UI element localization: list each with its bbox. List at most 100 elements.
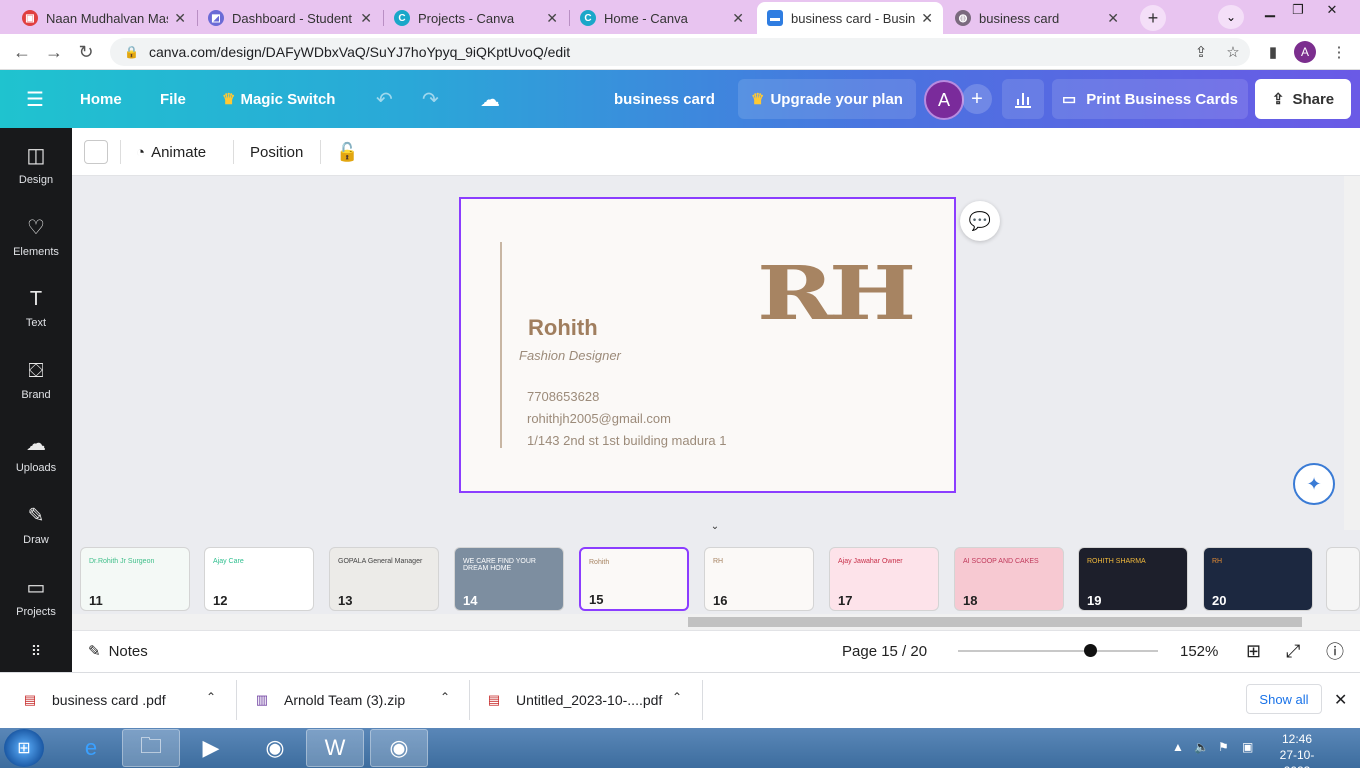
volume-icon[interactable]: 🔈 — [1194, 740, 1209, 754]
page-thumbnail[interactable]: Ajay Care 12 — [204, 547, 314, 611]
show-all-downloads-button[interactable]: Show all — [1246, 684, 1322, 714]
browser-tab[interactable]: ▣ Naan Mudhalvan Mass ✕ — [12, 2, 196, 34]
download-options-chevron-icon[interactable]: ⌃ — [206, 690, 216, 704]
undo-icon[interactable]: ↶ — [376, 70, 393, 128]
network-icon[interactable]: ⚑ — [1218, 740, 1229, 754]
card-address[interactable]: 1/143 2nd st 1st building madura 1 — [527, 433, 726, 448]
business-card-page[interactable]: Rohith Fashion Designer 7708653628 rohit… — [459, 197, 956, 493]
bookmark-star-icon[interactable]: ☆ — [1222, 41, 1244, 63]
side-panel-icon[interactable]: ▮ — [1262, 41, 1284, 63]
scrollbar-thumb[interactable] — [688, 617, 1302, 627]
magic-assistant-icon[interactable]: ✦ — [1293, 463, 1335, 505]
card-phone[interactable]: 7708653628 — [527, 389, 599, 404]
browser-tab[interactable]: C Projects - Canva ✕ — [384, 2, 568, 34]
vertical-scrollbar[interactable] — [1344, 176, 1360, 531]
share-page-icon[interactable]: ⇪ — [1190, 41, 1212, 63]
internet-explorer-icon[interactable]: e — [62, 729, 120, 767]
close-tab-icon[interactable]: ✕ — [1107, 10, 1119, 27]
animate-button[interactable]: ◔ Animate — [136, 128, 206, 176]
apps-grid-icon[interactable]: ⠿ — [0, 636, 72, 672]
sidebar-item-draw[interactable]: ✎ Draw — [0, 488, 72, 560]
help-icon[interactable]: ⓘ — [1326, 630, 1344, 672]
page-thumbnail[interactable]: GOPALA General Manager 13 — [329, 547, 439, 611]
download-item[interactable]: ▥ Arnold Team (3).zip — [254, 672, 405, 728]
fullscreen-icon[interactable]: ⤢ — [1286, 630, 1300, 672]
page-thumbnail[interactable]: Ajay Jawahar Owner 17 — [829, 547, 939, 611]
sidebar-item-projects[interactable]: ▭ Projects — [0, 560, 72, 632]
close-window-icon[interactable]: ✕ — [1318, 0, 1346, 20]
file-menu-button[interactable]: File — [160, 70, 186, 128]
new-tab-button[interactable]: + — [1140, 5, 1166, 31]
card-logo[interactable]: RH — [757, 257, 916, 331]
page-thumbnail-partial[interactable] — [1326, 547, 1360, 611]
file-explorer-icon[interactable]: 🗀 — [122, 729, 180, 767]
download-item[interactable]: ▤ Untitled_2023-10-....pdf — [486, 672, 662, 728]
lock-icon[interactable]: 🔓 — [336, 128, 358, 176]
zoom-slider[interactable] — [958, 650, 1158, 652]
url-bar[interactable]: 🔒 canva.com/design/DAFyWDbxVaQ/SuYJ7hoYp… — [110, 38, 1250, 66]
browser-tab[interactable]: ◍ business card ✕ — [945, 2, 1129, 34]
back-arrow-icon[interactable]: ← — [10, 40, 34, 64]
close-download-bar-icon[interactable]: ✕ — [1334, 672, 1347, 728]
upgrade-plan-button[interactable]: ♛ Upgrade your plan — [738, 79, 916, 119]
close-tab-icon[interactable]: ✕ — [546, 10, 558, 27]
collapse-pages-chevron-icon[interactable]: ⌄ — [695, 519, 735, 533]
profile-avatar[interactable]: A — [1294, 41, 1316, 63]
restore-window-icon[interactable]: ❐ — [1284, 0, 1312, 20]
print-business-cards-button[interactable]: ▭ Print Business Cards — [1052, 79, 1248, 119]
action-center-icon[interactable]: ▣ — [1242, 740, 1253, 754]
page-thumbnail[interactable]: RH 16 — [704, 547, 814, 611]
tab-search-chevron-icon[interactable]: ⌄ — [1218, 5, 1244, 29]
minimize-window-icon[interactable]: ▁ — [1256, 0, 1284, 20]
chrome-icon[interactable]: ◉ — [246, 729, 304, 767]
sidebar-item-text[interactable]: T Text — [0, 272, 72, 344]
word-icon[interactable]: W — [306, 729, 364, 767]
menu-hamburger-icon[interactable]: ☰ — [26, 70, 44, 128]
page-thumbnail[interactable]: Rohith 15 — [579, 547, 689, 611]
download-item[interactable]: ▤ business card .pdf — [22, 672, 166, 728]
download-options-chevron-icon[interactable]: ⌃ — [440, 690, 450, 704]
reload-icon[interactable]: ↻ — [74, 40, 98, 64]
insights-chart-icon[interactable] — [1002, 79, 1044, 119]
media-player-icon[interactable]: ▶ — [182, 729, 240, 767]
user-avatar[interactable]: A — [924, 80, 964, 120]
close-tab-icon[interactable]: ✕ — [732, 10, 744, 27]
forward-arrow-icon[interactable]: → — [42, 40, 66, 64]
document-title[interactable]: business card — [614, 70, 715, 128]
pages-horizontal-scrollbar[interactable] — [72, 614, 1360, 630]
page-thumbnail[interactable]: Dr.Rohith Jr Surgeon 11 — [80, 547, 190, 611]
cloud-saved-icon[interactable]: ☁ — [480, 70, 500, 128]
magic-switch-button[interactable]: ♛ Magic Switch — [222, 70, 335, 128]
add-collaborator-button[interactable]: + — [962, 84, 992, 114]
browser-tab[interactable]: C Home - Canva ✕ — [570, 2, 754, 34]
system-clock[interactable]: 12:46 27-10-2023 — [1268, 731, 1326, 768]
chrome-profile-icon[interactable]: ◉ — [370, 729, 428, 767]
page-thumbnail[interactable]: AI SCOOP AND CAKES 18 — [954, 547, 1064, 611]
close-tab-icon[interactable]: ✕ — [921, 10, 933, 27]
card-name[interactable]: Rohith — [528, 315, 598, 341]
home-button[interactable]: Home — [80, 70, 122, 128]
card-email[interactable]: rohithjh2005@gmail.com — [527, 411, 671, 426]
share-button[interactable]: ⇪ Share — [1255, 79, 1351, 119]
grid-view-icon[interactable]: ⊞ — [1246, 630, 1261, 672]
sidebar-item-elements[interactable]: ♡ Elements — [0, 200, 72, 272]
sidebar-item-uploads[interactable]: ☁ Uploads — [0, 416, 72, 488]
download-options-chevron-icon[interactable]: ⌃ — [672, 690, 682, 704]
browser-tab-active[interactable]: ▬ business card - Business ✕ — [757, 2, 943, 34]
browser-tab[interactable]: ◩ Dashboard - Student ✕ — [198, 2, 382, 34]
browser-menu-icon[interactable]: ⋮ — [1328, 41, 1350, 63]
close-tab-icon[interactable]: ✕ — [174, 10, 186, 27]
page-thumbnail[interactable]: WE CARE FIND YOUR DREAM HOME 14 — [454, 547, 564, 611]
page-indicator[interactable]: Page 15 / 20 — [842, 630, 927, 672]
sidebar-item-design[interactable]: ◫ Design — [0, 128, 72, 200]
show-hidden-icons-icon[interactable]: ▲ — [1172, 740, 1184, 754]
add-comment-icon[interactable]: 💬 — [960, 201, 1000, 241]
position-button[interactable]: Position — [250, 128, 303, 176]
zoom-slider-handle[interactable] — [1084, 644, 1097, 657]
card-role[interactable]: Fashion Designer — [519, 348, 621, 363]
windows-start-button[interactable]: ⊞ — [4, 729, 44, 767]
background-color-swatch[interactable] — [84, 140, 108, 164]
close-tab-icon[interactable]: ✕ — [360, 10, 372, 27]
notes-button[interactable]: ✎ Notes — [88, 630, 148, 672]
zoom-level[interactable]: 152% — [1180, 630, 1218, 672]
